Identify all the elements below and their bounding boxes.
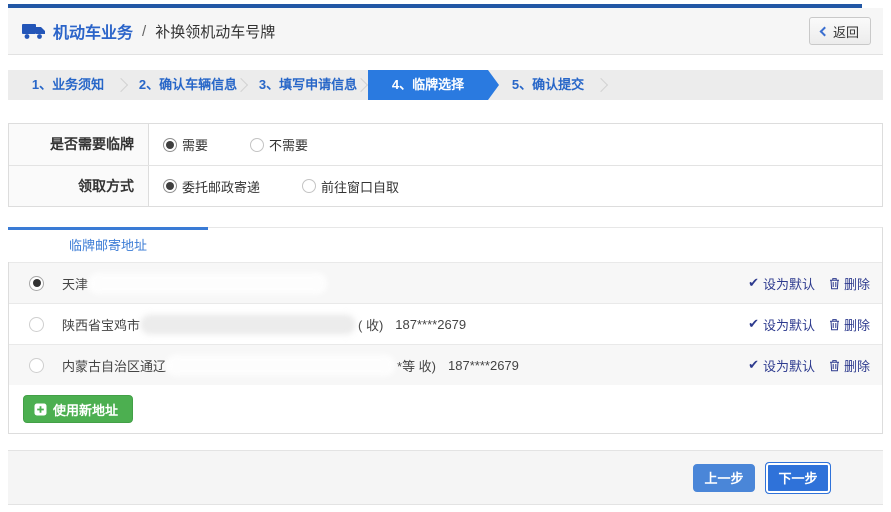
radio-option-need[interactable]: 需要 <box>163 135 208 154</box>
use-new-address-button[interactable]: 使用新地址 <box>23 395 133 423</box>
step-tab-1[interactable]: 1、业务须知 <box>8 70 128 100</box>
back-button-label: 返回 <box>833 22 859 41</box>
delete-link[interactable]: 删除 <box>829 356 870 375</box>
address-radio-1[interactable] <box>29 276 44 291</box>
form-row-pickup-method: 领取方式 委托邮政寄递 前往窗口自取 <box>9 165 882 206</box>
set-default-label: 设为默认 <box>763 274 815 293</box>
address-actions: ✔ 设为默认 删除 <box>748 315 870 334</box>
set-default-label: 设为默认 <box>763 356 815 375</box>
step-tab-2[interactable]: 2、确认车辆信息 <box>128 70 248 100</box>
check-icon: ✔ <box>748 275 759 291</box>
mailing-address-panel: 临牌邮寄地址 天津 ✔ 设为默认 删除 陕西省宝鸡市 <box>8 227 883 434</box>
redacted-text <box>168 357 393 374</box>
pickup-method-options: 委托邮政寄递 前往窗口自取 <box>149 166 882 206</box>
use-new-address-label: 使用新地址 <box>53 400 118 419</box>
radio-checked-icon <box>163 138 177 152</box>
plus-icon <box>34 403 47 416</box>
temp-plate-form: 是否需要临牌 需要 不需要 领取方式 委托邮政寄递 <box>8 123 883 207</box>
address-text: 天津 <box>62 274 88 293</box>
address-phone: 187****2679 <box>395 317 466 332</box>
radio-checked-icon <box>163 179 177 193</box>
address-recipient: *等 收) <box>397 356 436 375</box>
radio-option-label: 前往窗口自取 <box>321 177 399 196</box>
form-row-need-plate: 是否需要临牌 需要 不需要 <box>9 124 882 165</box>
page-header: 机动车业务 / 补换领机动车号牌 返回 <box>8 8 883 55</box>
form-label-pickup-method: 领取方式 <box>9 166 149 206</box>
step-tab-5[interactable]: 5、确认提交 <box>488 70 608 100</box>
redacted-text <box>142 316 354 333</box>
radio-option-postal-delivery[interactable]: 委托邮政寄递 <box>163 177 260 196</box>
radio-option-label: 委托邮政寄递 <box>182 177 260 196</box>
prev-step-button[interactable]: 上一步 <box>693 464 755 492</box>
address-text: 内蒙古自治区通辽 <box>62 356 166 375</box>
address-row-3: 内蒙古自治区通辽 *等 收) 187****2679 ✔ 设为默认 删除 <box>9 344 882 385</box>
back-chevron-icon <box>820 26 830 36</box>
truck-icon <box>22 23 46 40</box>
breadcrumb-separator: / <box>142 23 146 40</box>
address-actions: ✔ 设为默认 删除 <box>748 356 870 375</box>
form-label-need-plate: 是否需要临牌 <box>9 124 149 165</box>
address-row-1: 天津 ✔ 设为默认 删除 <box>9 262 882 303</box>
address-radio-3[interactable] <box>29 358 44 373</box>
radio-option-window-pickup[interactable]: 前往窗口自取 <box>302 177 399 196</box>
address-radio-2[interactable] <box>29 317 44 332</box>
check-icon: ✔ <box>748 357 759 373</box>
redacted-text <box>90 275 325 292</box>
address-tab-header: 临牌邮寄地址 <box>9 228 882 262</box>
set-default-link[interactable]: ✔ 设为默认 <box>748 315 815 334</box>
back-button[interactable]: 返回 <box>809 17 871 45</box>
address-actions: ✔ 设为默认 删除 <box>748 274 870 293</box>
breadcrumb: 机动车业务 / 补换领机动车号牌 <box>22 19 275 43</box>
step-progress-bar: 1、业务须知 2、确认车辆信息 3、填写申请信息 4、临牌选择 5、确认提交 <box>8 70 883 100</box>
trash-icon <box>829 359 840 372</box>
radio-option-label: 不需要 <box>269 135 308 154</box>
need-plate-options: 需要 不需要 <box>149 124 882 165</box>
page-title: 补换领机动车号牌 <box>155 21 275 42</box>
radio-option-label: 需要 <box>182 135 208 154</box>
set-default-label: 设为默认 <box>763 315 815 334</box>
delete-link[interactable]: 删除 <box>829 315 870 334</box>
breadcrumb-section: 机动车业务 <box>53 19 133 43</box>
delete-link[interactable]: 删除 <box>829 274 870 293</box>
address-recipient: ( 收) <box>358 315 383 334</box>
address-row-2: 陕西省宝鸡市 ( 收) 187****2679 ✔ 设为默认 删除 <box>9 303 882 344</box>
delete-label: 删除 <box>844 274 870 293</box>
tab-mailing-address[interactable]: 临牌邮寄地址 <box>8 227 208 262</box>
check-icon: ✔ <box>748 316 759 332</box>
radio-unchecked-icon <box>302 179 316 193</box>
address-phone: 187****2679 <box>448 358 519 373</box>
radio-unchecked-icon <box>250 138 264 152</box>
set-default-link[interactable]: ✔ 设为默认 <box>748 274 815 293</box>
new-address-row: 使用新地址 <box>9 385 882 433</box>
trash-icon <box>829 318 840 331</box>
next-step-button[interactable]: 下一步 <box>765 462 831 494</box>
delete-label: 删除 <box>844 315 870 334</box>
step-tab-4-active[interactable]: 4、临牌选择 <box>368 70 488 100</box>
footer-bar: 上一步 下一步 <box>8 450 883 505</box>
step-tab-3[interactable]: 3、填写申请信息 <box>248 70 368 100</box>
address-text: 陕西省宝鸡市 <box>62 315 140 334</box>
radio-option-no-need[interactable]: 不需要 <box>250 135 308 154</box>
set-default-link[interactable]: ✔ 设为默认 <box>748 356 815 375</box>
trash-icon <box>829 277 840 290</box>
delete-label: 删除 <box>844 356 870 375</box>
page: 机动车业务 / 补换领机动车号牌 返回 1、业务须知 2、确认车辆信息 3、填写… <box>0 0 891 512</box>
